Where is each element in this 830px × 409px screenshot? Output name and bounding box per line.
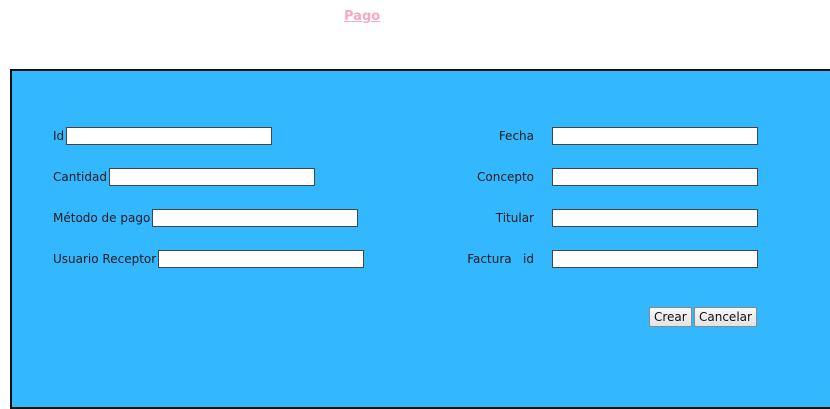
id-input[interactable] bbox=[66, 127, 273, 145]
cantidad-input[interactable] bbox=[108, 168, 315, 186]
id-label: Id bbox=[53, 129, 65, 143]
pago-link[interactable]: Pago bbox=[344, 9, 380, 24]
concepto-label: Concepto bbox=[477, 170, 534, 184]
id-row: Id bbox=[53, 127, 273, 145]
titular-label: Titular bbox=[495, 211, 534, 225]
payment-form-panel: Id Cantidad Método de pago Usuario Recep… bbox=[10, 69, 830, 409]
metodo-pago-row: Método de pago bbox=[53, 209, 359, 227]
titular-row: Titular bbox=[454, 209, 758, 227]
factura-id-row: Factura id bbox=[454, 250, 758, 268]
titular-input[interactable] bbox=[552, 209, 758, 227]
crear-button[interactable]: Crear bbox=[649, 307, 692, 327]
metodo-pago-input[interactable] bbox=[152, 209, 359, 227]
factura-id-input[interactable] bbox=[552, 250, 758, 268]
usuario-receptor-label: Usuario Receptor bbox=[53, 252, 157, 266]
fecha-input[interactable] bbox=[552, 127, 758, 145]
cancelar-button[interactable]: Cancelar bbox=[694, 307, 757, 327]
usuario-receptor-row: Usuario Receptor bbox=[53, 250, 365, 268]
concepto-input[interactable] bbox=[552, 168, 758, 186]
cantidad-row: Cantidad bbox=[53, 168, 315, 186]
metodo-pago-label: Método de pago bbox=[53, 211, 151, 225]
factura-id-label: Factura id bbox=[467, 252, 534, 266]
cantidad-label: Cantidad bbox=[53, 170, 107, 184]
fecha-row: Fecha bbox=[454, 127, 758, 145]
concepto-row: Concepto bbox=[454, 168, 758, 186]
fecha-label: Fecha bbox=[498, 129, 534, 143]
usuario-receptor-input[interactable] bbox=[158, 250, 365, 268]
